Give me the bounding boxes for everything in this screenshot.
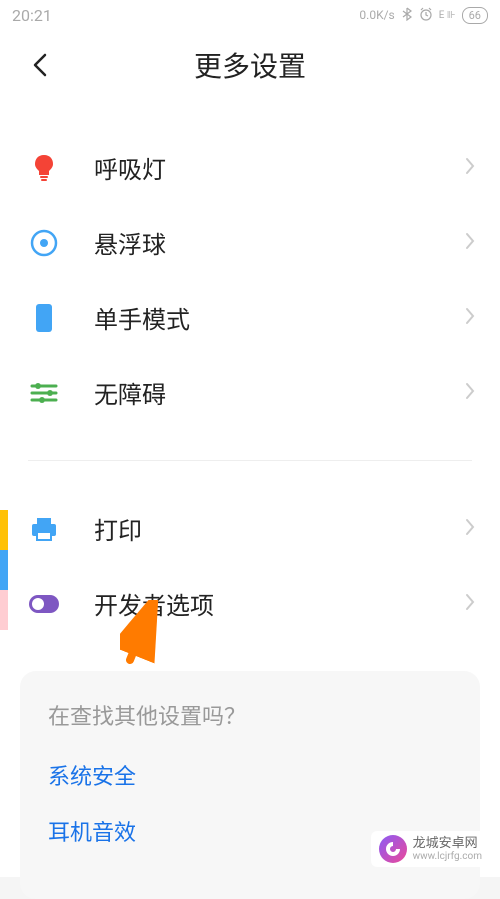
- side-tab-blue: [0, 550, 8, 590]
- search-card-title: 在查找其他设置吗？: [48, 699, 452, 731]
- watermark: 龙城安卓网 www.lcjrfg.com: [371, 831, 490, 867]
- item-label: 开发者选项: [94, 586, 464, 621]
- item-label: 单手模式: [94, 300, 464, 335]
- chevron-right-icon: [464, 592, 476, 616]
- item-label: 无障碍: [94, 375, 464, 410]
- item-label: 悬浮球: [94, 225, 464, 260]
- item-breathing-light[interactable]: 呼吸灯: [0, 130, 500, 205]
- target-icon: [28, 227, 60, 259]
- phone-icon: [28, 302, 60, 334]
- watermark-text-wrap: 龙城安卓网 www.lcjrfg.com: [413, 836, 482, 863]
- item-label: 打印: [94, 511, 464, 546]
- page-title: 更多设置: [0, 45, 500, 85]
- item-label: 呼吸灯: [94, 150, 464, 185]
- chevron-right-icon: [464, 156, 476, 180]
- side-tab-pink: [0, 590, 8, 630]
- signal-icon: E ⊪: [439, 10, 456, 21]
- back-button[interactable]: [20, 45, 60, 85]
- item-floating-ball[interactable]: 悬浮球: [0, 205, 500, 280]
- item-developer-options[interactable]: 开发者选项: [0, 566, 500, 641]
- item-accessibility[interactable]: 无障碍: [0, 355, 500, 430]
- settings-screen: 20:21 0.0K/s E ⊪ 66 更多设置 呼吸灯: [0, 0, 500, 877]
- watermark-url: www.lcjrfg.com: [413, 851, 482, 862]
- bluetooth-icon: [401, 7, 413, 24]
- settings-list: 呼吸灯 悬浮球 单手模式 无障碍: [0, 100, 500, 641]
- battery-indicator: 66: [462, 7, 488, 24]
- status-bar: 20:21 0.0K/s E ⊪ 66: [0, 0, 500, 30]
- chevron-right-icon: [464, 306, 476, 330]
- chevron-right-icon: [464, 231, 476, 255]
- item-print[interactable]: 打印: [0, 491, 500, 566]
- status-indicators: 0.0K/s E ⊪ 66: [359, 7, 488, 24]
- toggle-icon: [28, 588, 60, 620]
- title-bar: 更多设置: [0, 30, 500, 100]
- chevron-right-icon: [464, 381, 476, 405]
- chevron-right-icon: [464, 517, 476, 541]
- watermark-logo-icon: [379, 835, 407, 863]
- printer-icon: [28, 513, 60, 545]
- link-system-security[interactable]: 系统安全: [48, 759, 452, 791]
- side-tab-yellow: [0, 510, 8, 550]
- alarm-icon: [419, 7, 433, 24]
- network-speed: 0.0K/s: [359, 8, 394, 22]
- bulb-icon: [28, 152, 60, 184]
- watermark-title: 龙城安卓网: [413, 836, 482, 852]
- status-time: 20:21: [12, 6, 52, 25]
- sliders-icon: [28, 377, 60, 409]
- item-onehand-mode[interactable]: 单手模式: [0, 280, 500, 355]
- side-color-tabs: [0, 510, 8, 630]
